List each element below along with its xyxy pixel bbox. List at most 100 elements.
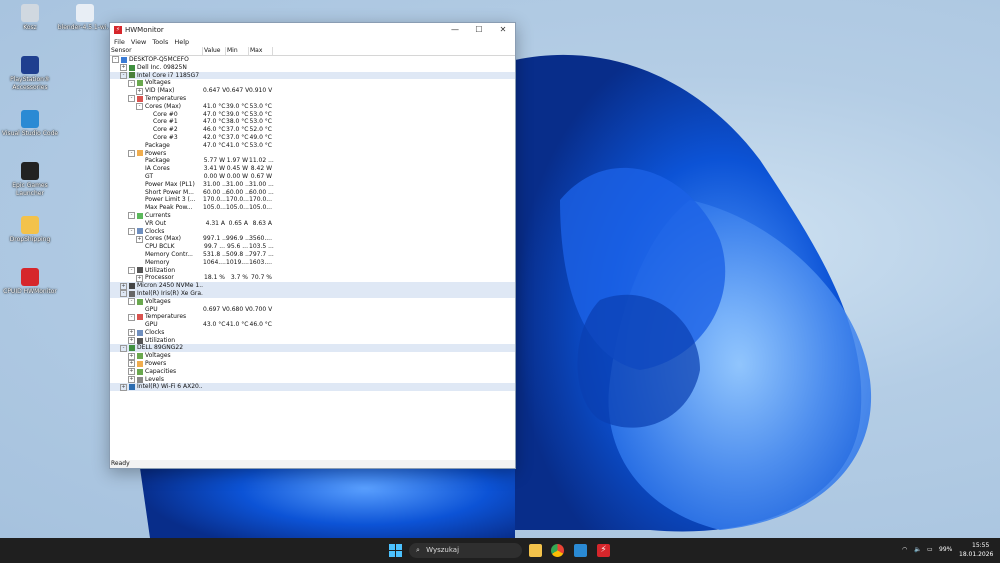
desktop-icon[interactable]: CPUID HWMonitor [0,268,60,296]
collapse-icon[interactable]: - [128,212,135,220]
expand-icon[interactable]: + [120,282,127,290]
tree-row[interactable]: - Voltages [110,79,515,87]
tree-row[interactable]: + Micron 2450 NVMe 1... [110,282,515,290]
battery-icon[interactable]: ▭ [927,546,933,553]
tree-row[interactable]: - Temperatures [110,313,515,321]
expand-icon[interactable]: + [128,337,135,345]
tree-row[interactable]: Core #1 47.0 °C 38.0 °C 53.0 °C [110,118,515,126]
tree-row[interactable]: Package 5.77 W 1.97 W 11.02 ... [110,157,515,165]
tree-row[interactable]: + Clocks [110,329,515,337]
tree-row[interactable]: Core #2 46.0 °C 37.0 °C 52.0 °C [110,126,515,134]
expand-icon[interactable]: + [128,368,135,376]
title-bar[interactable]: ⚡ HWMonitor — ☐ ✕ [110,23,515,37]
menu-file[interactable]: File [114,38,125,46]
tree-row[interactable]: Package 47.0 °C 41.0 °C 53.0 °C [110,142,515,150]
tree-row[interactable]: - Utilization [110,267,515,275]
desktop-icon[interactable]: PlayStation® Accessories [0,56,60,91]
tree-row[interactable]: + Dell Inc. 09825N [110,64,515,72]
chrome-icon[interactable] [551,544,564,557]
tree-row[interactable]: - DELL 89GNG22 [110,344,515,353]
col-value[interactable]: Value [203,47,226,55]
tree-row[interactable]: + Processor 18.1 % 3.7 % 70.7 % [110,274,515,282]
tree-row[interactable]: CPU BCLK 99.7 ... 95.6 ... 103.5 ... [110,243,515,251]
collapse-icon[interactable]: - [128,298,135,306]
tree-row[interactable]: + Powers [110,360,515,368]
file-explorer-icon[interactable] [529,544,542,557]
expand-icon[interactable]: + [128,329,135,337]
tree-row[interactable]: - DESKTOP-Q5MCEFO [110,56,515,64]
tree-row[interactable]: GPU 43.0 °C 41.0 °C 46.0 °C [110,321,515,329]
tree-row[interactable]: VR Out 4.31 A 0.65 A 8.63 A [110,220,515,228]
col-sensor[interactable]: Sensor [110,47,203,55]
start-icon[interactable] [389,544,402,557]
tree-row[interactable]: - Cores (Max) 41.0 °C 39.0 °C 53.0 °C [110,103,515,111]
tree-row[interactable]: - Clocks [110,228,515,236]
collapse-icon[interactable]: - [128,266,135,274]
tree-row[interactable]: - Currents [110,212,515,220]
clock-time[interactable]: 15:55 [972,542,989,549]
tree-row[interactable]: Power Max (PL1) 31.00 ... 31.00 ... 31.00 .… [110,181,515,189]
tree-row[interactable]: Core #3 42.0 °C 37.0 °C 49.0 °C [110,134,515,142]
expand-icon[interactable]: + [120,383,127,391]
menu-tools[interactable]: Tools [152,38,168,46]
collapse-icon[interactable]: - [128,313,135,321]
tree-row[interactable]: + Cores (Max) 997.1 ... 996.9 ... 3560.... [110,235,515,243]
collapse-icon[interactable]: - [128,95,135,103]
sensor-tree[interactable]: - DESKTOP-Q5MCEFO + Dell Inc. 09825N - Intel … [110,56,515,392]
maximize-icon[interactable]: ☐ [467,23,491,37]
expand-icon[interactable]: + [136,87,143,95]
collapse-icon[interactable]: - [120,290,127,298]
tree-row[interactable]: - Voltages [110,298,515,306]
tree-row[interactable]: Memory Contr... 531.8 ... 509.8 ... 797.7 .… [110,251,515,259]
volume-icon[interactable]: 🔈 [914,546,921,553]
tree-row[interactable]: + Levels [110,376,515,384]
desktop-icon[interactable]: blender-4.5.1-wi... [55,4,115,32]
tree-row[interactable]: + Intel(R) Wi-Fi 6 AX20... [110,383,515,392]
tree-row[interactable]: Power Limit 3 (... 170.0... 170.0... 170.0.… [110,196,515,204]
tree-row[interactable]: + Utilization [110,337,515,345]
tree-row[interactable]: IA Cores 3.41 W 0.45 W 8.42 W [110,165,515,173]
desktop-icon[interactable]: Visual Studio Code [0,110,60,138]
tree-row[interactable]: GPU 0.697 V 0.680 V 0.700 V [110,306,515,314]
minimize-icon[interactable]: — [443,23,467,37]
expand-icon[interactable]: + [128,352,135,360]
expand-icon[interactable]: + [128,376,135,384]
menu-view[interactable]: View [131,38,146,46]
tree-row[interactable]: GT 0.00 W 0.00 W 0.67 W [110,173,515,181]
tree-row[interactable]: Short Power M... 60.00 ... 60.00 ... 60.00 … [110,189,515,197]
collapse-icon[interactable]: - [128,79,135,87]
tree-row[interactable]: - Powers [110,150,515,158]
tree-row[interactable]: + Capacities [110,368,515,376]
expand-icon[interactable]: + [136,235,143,243]
vscode-icon[interactable] [574,544,587,557]
tree-row[interactable]: + Voltages [110,352,515,360]
tree-row[interactable]: Core #0 47.0 °C 39.0 °C 53.0 °C [110,111,515,119]
expand-icon[interactable]: + [120,64,127,72]
collapse-icon[interactable]: - [136,103,143,111]
taskbar-search[interactable]: ⌕ Wyszukaj [409,543,522,558]
desktop-icon[interactable]: Epic Games Launcher [0,162,60,197]
collapse-icon[interactable]: - [128,149,135,157]
col-min[interactable]: Min [226,47,249,55]
tree-row[interactable]: Max Peak Pow... 105.0... 105.0... 105.0... [110,204,515,212]
hwmonitor-window[interactable]: ⚡ HWMonitor — ☐ ✕ File View Tools Help S… [109,22,516,469]
collapse-icon[interactable]: - [120,71,127,79]
expand-icon[interactable]: + [136,274,143,282]
collapse-icon[interactable]: - [120,344,127,352]
collapse-icon[interactable]: - [128,227,135,235]
hwmonitor-taskbar-icon[interactable]: ⚡ [597,544,610,557]
menu-help[interactable]: Help [174,38,189,46]
col-max[interactable]: Max [249,47,273,55]
tree-row[interactable]: - Intel Core i7 1185G7 [110,71,515,80]
clock-date[interactable]: 18.01.2026 [959,551,993,558]
desktop-icon[interactable]: Kosz [0,4,60,32]
tree-row[interactable]: - Intel(R) Iris(R) Xe Gra... [110,289,515,298]
tree-row[interactable]: + VID (Max) 0.647 V 0.647 V 0.910 V [110,87,515,95]
desktop-icon[interactable]: DropShipping [0,216,60,244]
tree-row[interactable]: - Temperatures [110,95,515,103]
wifi-icon[interactable]: ◠ [902,546,907,553]
close-icon[interactable]: ✕ [491,23,515,37]
collapse-icon[interactable]: - [112,56,119,64]
expand-icon[interactable]: + [128,360,135,368]
tree-row[interactable]: Memory 1064.... 1019.... 1603.... [110,259,515,267]
